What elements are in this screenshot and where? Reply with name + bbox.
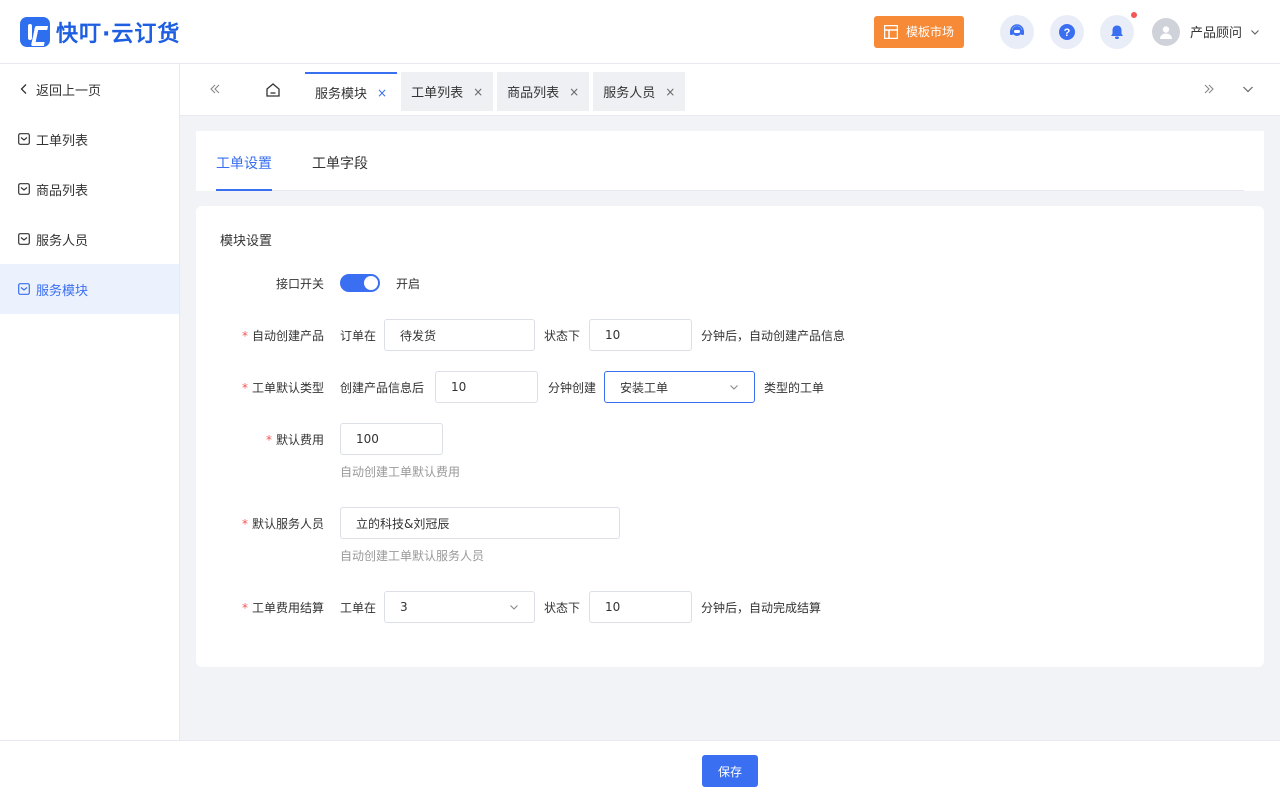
settlement-minutes-input[interactable]: 10 (589, 591, 692, 623)
sidebar-item-label: 服务模块 (36, 283, 89, 299)
default-type-label: * 工单默认类型 (241, 381, 324, 395)
default-staff-hint: 自动创建工单默认服务人员 (340, 549, 485, 563)
tab-label: 工单列表 (411, 86, 464, 101)
tab-bar: 服务模块 × 工单列表 × 商品列表 × 服务人员 × (180, 64, 1280, 116)
tab-work-orders[interactable]: 工单列表 × (401, 72, 494, 111)
svg-text:?: ? (1064, 27, 1071, 39)
default-type-suffix: 类型的工单 (764, 381, 825, 395)
tab-work-order-settings[interactable]: 工单设置 (216, 153, 272, 173)
auto-create-prefix: 订单在 (340, 329, 377, 343)
tab-service-module[interactable]: 服务模块 × (305, 72, 398, 111)
settings-tabs-card: 工单设置 工单字段 (196, 131, 1264, 191)
chevron-down-icon (1251, 29, 1259, 35)
tab-staff[interactable]: 服务人员 × (593, 72, 686, 111)
template-market-button[interactable]: 模板市场 (873, 15, 964, 48)
chevron-down-icon[interactable] (1241, 82, 1255, 100)
api-switch-label: 接口开关 (275, 277, 324, 291)
tabs-divider (216, 190, 1244, 191)
chevron-down-icon (730, 385, 738, 390)
notification-button[interactable] (1099, 11, 1137, 49)
settlement-status-select[interactable]: 3 (384, 591, 535, 623)
api-switch-toggle[interactable] (340, 274, 380, 292)
tab-products[interactable]: 商品列表 × (497, 72, 590, 111)
settlement-label: * 工单费用结算 (241, 601, 324, 615)
double-chevron-left-icon[interactable] (208, 82, 222, 100)
chevron-down-icon (510, 605, 518, 610)
module-icon (18, 283, 30, 295)
logo-icon (20, 16, 50, 47)
default-type-minutes-input[interactable]: 10 (435, 371, 538, 403)
settlement-suffix: 分钟后，自动完成结算 (701, 601, 822, 615)
auto-create-label: * 自动创建产品 (241, 329, 324, 343)
default-type-prefix: 创建产品信息后 (340, 381, 425, 395)
customer-service-button[interactable] (999, 14, 1034, 49)
footer-bar: 保存 (0, 740, 1280, 800)
chevron-left-icon (18, 83, 30, 95)
sidebar-item-label: 工单列表 (36, 133, 89, 149)
service-icon (1009, 23, 1024, 36)
api-switch-state: 开启 (396, 277, 421, 291)
user-name: 产品顾问 (1189, 26, 1242, 41)
sidebar-item-label: 商品列表 (36, 183, 89, 199)
module-settings-card: 模块设置 接口开关 开启 * 自动创建产品 订单在 待发货 状态下 10 分钟后，… (196, 206, 1264, 667)
module-icon (18, 183, 30, 195)
help-icon: ? (1058, 23, 1075, 40)
close-icon[interactable]: × (473, 85, 483, 99)
tab-label: 服务模块 (315, 87, 368, 102)
default-staff-label: * 默认服务人员 (241, 517, 324, 531)
close-icon[interactable]: × (377, 86, 387, 100)
default-fee-hint: 自动创建工单默认费用 (340, 465, 461, 479)
sidebar: 返回上一页 工单列表 商品列表 服务人员 服务模块 (0, 64, 180, 740)
default-fee-label: * 默认费用 (265, 433, 324, 447)
default-fee-input[interactable]: 100 (340, 423, 443, 455)
auto-create-mid: 状态下 (544, 329, 581, 343)
work-order-type-select[interactable]: 安装工单 (604, 371, 755, 403)
template-icon (883, 24, 898, 39)
help-button[interactable]: ? (1049, 14, 1084, 49)
notification-badge (1130, 11, 1137, 18)
app-logo[interactable]: 快叮·云订货 (20, 16, 180, 48)
sidebar-item-service-module[interactable]: 服务模块 (0, 264, 179, 314)
double-chevron-right-icon[interactable] (1202, 82, 1216, 100)
logo-text: 快叮·云订货 (56, 21, 181, 47)
module-icon (18, 233, 30, 245)
back-label: 返回上一页 (36, 83, 102, 99)
user-avatar-icon (1151, 17, 1180, 46)
section-title: 模块设置 (220, 234, 273, 249)
module-icon (18, 133, 30, 145)
tab-label: 商品列表 (507, 86, 560, 101)
default-type-mid: 分钟创建 (548, 381, 597, 395)
home-icon[interactable] (264, 81, 282, 103)
settlement-mid: 状态下 (544, 601, 581, 615)
default-staff-input[interactable]: 立的科技&刘冠辰 (340, 507, 620, 539)
sidebar-item-products[interactable]: 商品列表 (0, 164, 179, 214)
tab-label: 服务人员 (603, 86, 656, 101)
template-market-label: 模板市场 (905, 25, 954, 39)
bell-icon (1110, 25, 1123, 39)
top-header: 快叮·云订货 模板市场 ? 产品顾问 (0, 0, 1280, 64)
close-icon[interactable]: × (569, 85, 579, 99)
settlement-prefix: 工单在 (340, 601, 377, 615)
auto-create-minutes-input[interactable]: 10 (589, 319, 692, 351)
back-link[interactable]: 返回上一页 (0, 64, 179, 114)
order-status-input[interactable]: 待发货 (384, 319, 535, 351)
close-icon[interactable]: × (665, 85, 675, 99)
sidebar-item-work-orders[interactable]: 工单列表 (0, 114, 179, 164)
active-tab-indicator (216, 189, 272, 191)
sidebar-item-staff[interactable]: 服务人员 (0, 214, 179, 264)
sidebar-item-label: 服务人员 (36, 233, 89, 249)
auto-create-suffix: 分钟后，自动创建产品信息 (701, 329, 846, 343)
tab-work-order-fields[interactable]: 工单字段 (312, 153, 368, 173)
save-button[interactable]: 保存 (702, 755, 758, 787)
user-menu[interactable]: 产品顾问 (1151, 17, 1260, 46)
